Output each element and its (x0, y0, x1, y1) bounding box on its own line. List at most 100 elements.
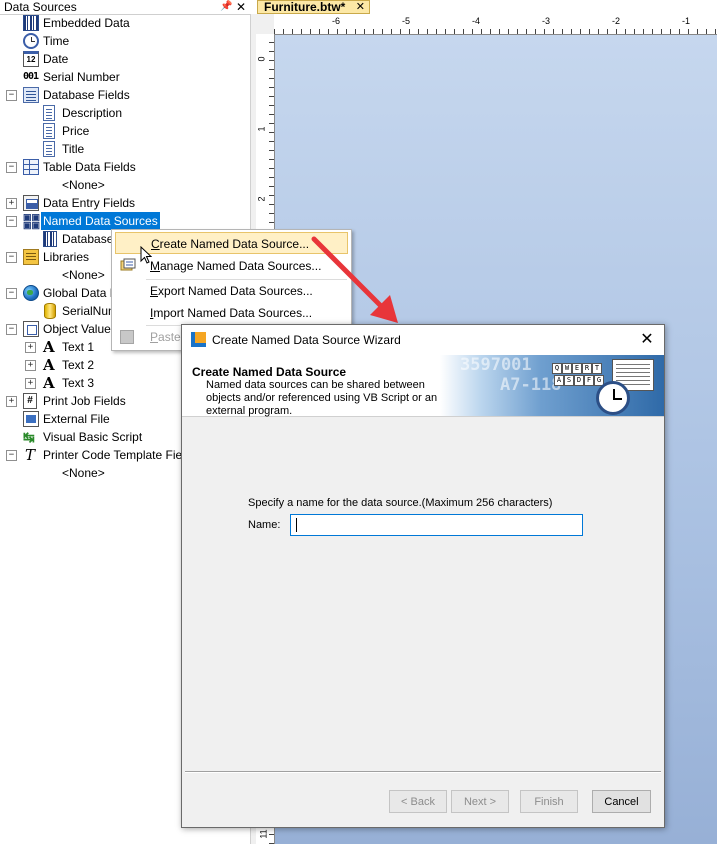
expand-icon[interactable]: + (25, 360, 36, 371)
name-label: Name: (248, 519, 281, 531)
tree-item-none[interactable]: <None> (0, 266, 112, 284)
pin-icon[interactable]: 📌 (220, 0, 232, 14)
menu-item-label: Manage Named Data Sources... (150, 259, 322, 273)
tree-item-label: Text 2 (62, 358, 95, 372)
tree-item-label: Text 1 (62, 340, 95, 354)
key: A (554, 375, 564, 386)
ruler-label: 11 (258, 829, 269, 839)
tab-furniture-btw[interactable]: Furniture.btw* ✕ (257, 0, 370, 14)
collapse-icon[interactable]: − (6, 252, 17, 263)
clock-icon (596, 381, 630, 415)
tree-item-libraries[interactable]: − Libraries (0, 248, 112, 266)
tree-item-label: Time (43, 34, 70, 48)
banner-number: 3597001 (460, 355, 532, 375)
tree-item-text-2[interactable]: + A Text 2 (0, 356, 181, 374)
ruler-label: 1 (256, 126, 267, 132)
tree-item-label: Print Job Fields (43, 394, 126, 408)
back-button[interactable]: < Back (389, 790, 447, 813)
expand-icon[interactable]: + (6, 198, 17, 209)
tree-item-label: Embedded Data (43, 16, 130, 30)
tree-item-data-entry-fields[interactable]: + Data Entry Fields (0, 194, 250, 212)
collapse-icon[interactable]: − (6, 288, 17, 299)
tree-item-database[interactable]: Database (0, 230, 112, 248)
ruler-label: 2 (256, 196, 267, 202)
tree-item-serial-number[interactable]: 001 Serial Number (0, 68, 250, 86)
tree-item-label: Title (62, 142, 85, 156)
panel-title: Data Sources (4, 0, 77, 14)
tree-item-text-3[interactable]: + A Text 3 (0, 374, 181, 392)
tree-item-label: Serial Number (43, 70, 120, 84)
tree-item-label: Database Fields (43, 88, 130, 102)
ruler-label: -2 (612, 16, 621, 26)
tree-item-print-job-fields[interactable]: + # Print Job Fields (0, 392, 181, 410)
expand-icon[interactable]: + (25, 378, 36, 389)
horizontal-ruler: -6 -5 -4 -3 -2 -1 (274, 14, 717, 35)
field-icon (43, 123, 55, 139)
close-icon[interactable]: ✕ (236, 0, 246, 14)
expand-icon[interactable]: + (25, 342, 36, 353)
script-icon: ↹ (23, 429, 35, 445)
wizard-header: Create Named Data Source Named data sour… (182, 355, 664, 417)
tree-item-global-data-fields[interactable]: − Global Data F (0, 284, 112, 302)
tree-item-object-value[interactable]: − Object Value (0, 320, 112, 338)
menu-item-label: Export Named Data Sources... (150, 284, 313, 298)
tree-item-time[interactable]: Time (0, 32, 250, 50)
tree-item-title[interactable]: Title (0, 140, 250, 158)
tree-item-label: Table Data Fields (43, 160, 136, 174)
ruler-label: -5 (402, 16, 411, 26)
expand-icon[interactable]: + (6, 396, 17, 407)
form-icon (23, 195, 39, 211)
keyboard-icon: Q W E R T A S D F G (552, 363, 604, 393)
tree-item-table-data-fields[interactable]: − Table Data Fields (0, 158, 250, 176)
footer-separator (185, 771, 661, 773)
database-cylinder-icon (44, 303, 56, 319)
tree-item-label: Object Value (43, 322, 111, 336)
tree-item-embedded-data[interactable]: Embedded Data (0, 14, 250, 32)
tree-item-printer-code-template-fields[interactable]: − T Printer Code Template Fiel (0, 446, 181, 464)
tree-item-price[interactable]: Price (0, 122, 250, 140)
tree-item-external-file[interactable]: External File (0, 410, 181, 428)
manage-icon (120, 258, 136, 271)
tree-item-visual-basic-script[interactable]: ↹ Visual Basic Script (0, 428, 181, 446)
collapse-icon[interactable]: − (6, 450, 17, 461)
tree-item-label: Price (62, 124, 90, 138)
ruler-corner (256, 14, 275, 34)
mouse-cursor-icon (140, 246, 152, 264)
collapse-icon[interactable]: − (6, 90, 17, 101)
key: W (562, 363, 572, 374)
close-icon[interactable]: ✕ (634, 328, 660, 352)
tree-item-description[interactable]: Description (0, 104, 250, 122)
paste-icon (120, 330, 134, 344)
ruler-label: -1 (682, 16, 691, 26)
ruler-label: -3 (542, 16, 551, 26)
collapse-icon[interactable]: − (6, 216, 17, 227)
collapse-icon[interactable]: − (6, 162, 17, 173)
tree-item-label: Description (62, 106, 123, 120)
name-input[interactable] (290, 514, 583, 536)
field-icon (43, 105, 55, 121)
tree-item-none[interactable]: <None> (0, 176, 250, 194)
finish-button[interactable]: Finish (520, 790, 578, 813)
object-value-icon (23, 321, 39, 337)
serial-number-icon: 001 (23, 71, 39, 82)
table-icon (23, 159, 39, 175)
tree-item-date[interactable]: 12 Date (0, 50, 250, 68)
close-icon[interactable]: ✕ (356, 0, 365, 15)
menu-item-label: Import Named Data Sources... (150, 306, 313, 320)
dialog-title-bar[interactable]: Create Named Data Source Wizard ✕ (182, 325, 664, 355)
key: S (564, 375, 574, 386)
tree-item-named-data-sources[interactable]: − ▣▣ ▣▣ Named Data Sources (0, 212, 250, 230)
key: F (584, 375, 594, 386)
barcode-icon (43, 231, 57, 247)
tree-item-none[interactable]: <None> (0, 464, 181, 482)
tree-item-label: Date (43, 52, 69, 66)
globe-icon (23, 285, 39, 301)
tree-item-label: <None> (62, 178, 105, 192)
tree-item-database-fields[interactable]: − Database Fields (0, 86, 250, 104)
dialog-title: Create Named Data Source Wizard (212, 333, 401, 347)
tree-item-serialnum[interactable]: SerialNum (0, 302, 112, 320)
cancel-button[interactable]: Cancel (592, 790, 651, 813)
collapse-icon[interactable]: − (6, 324, 17, 335)
library-icon (23, 249, 39, 265)
next-button[interactable]: Next > (451, 790, 509, 813)
